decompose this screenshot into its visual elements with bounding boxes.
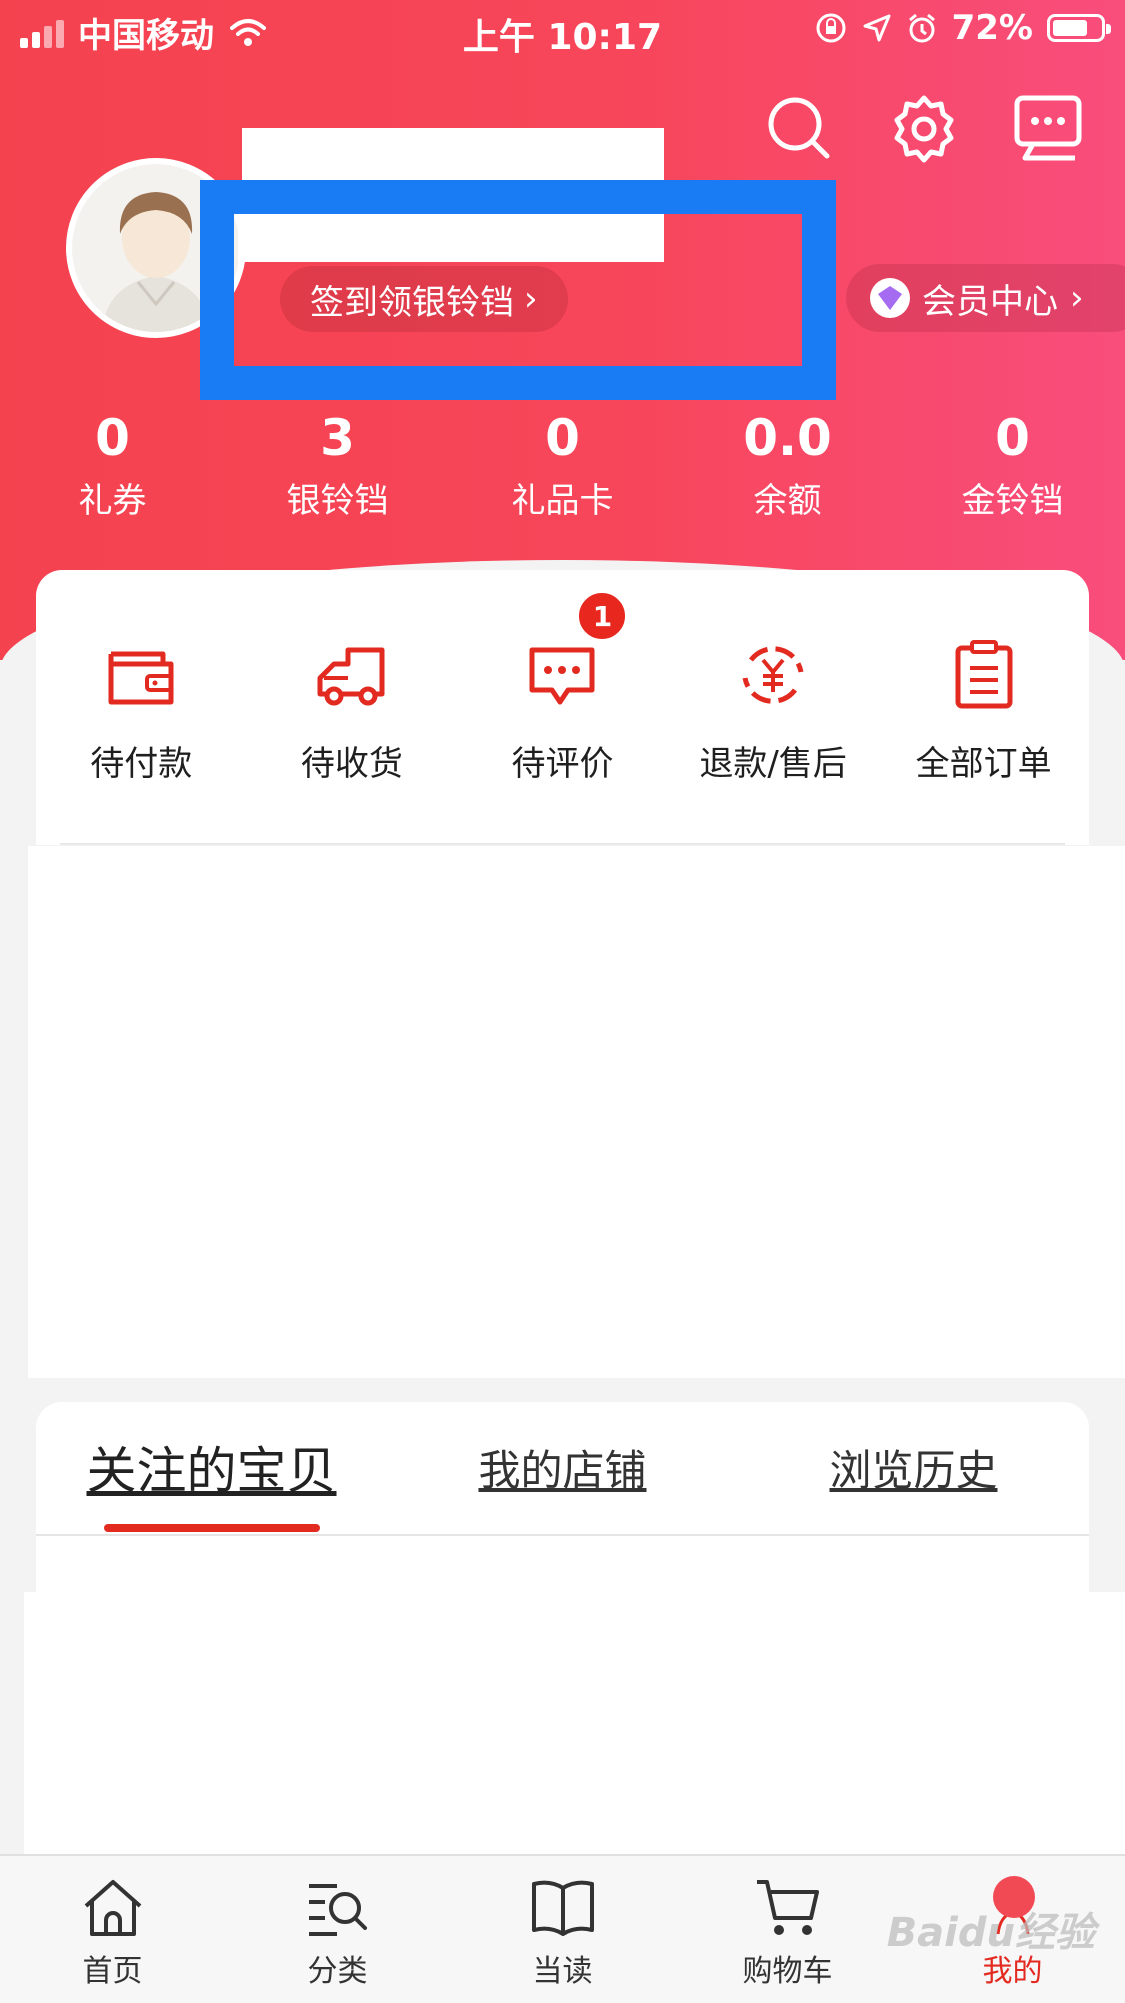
tabbar-label: 购物车: [742, 1954, 833, 1989]
content-area: [28, 846, 1125, 1378]
order-pending-review[interactable]: 1 待评价: [457, 590, 668, 785]
order-label: 全部订单: [915, 744, 1052, 784]
search-icon[interactable]: [763, 92, 837, 166]
tab-browse-history[interactable]: 浏览历史: [738, 1437, 1089, 1498]
tabbar-home[interactable]: 首页: [0, 1856, 225, 2003]
category-icon: [308, 1884, 367, 1936]
tabs-card: 关注的宝贝 我的店铺 浏览历史: [36, 1402, 1089, 1592]
watermark: Baidu经验: [886, 1910, 1095, 1956]
location-icon: [863, 14, 891, 42]
order-label: 待付款: [90, 744, 193, 784]
stat-value: 3: [320, 409, 355, 467]
stat-value: 0: [995, 409, 1030, 467]
vip-label: 会员中心: [922, 281, 1058, 322]
tab-active-indicator: [104, 1524, 320, 1532]
refund-icon: [742, 646, 804, 704]
stat-value: 0.0: [743, 409, 832, 467]
tab-favorite-items[interactable]: 关注的宝贝: [36, 1431, 387, 1503]
tabbar-label: 分类: [307, 1954, 368, 1989]
stat-label: 银铃铛: [286, 481, 389, 521]
divider: [36, 1534, 1089, 1536]
order-label: 待评价: [511, 744, 614, 784]
stat-label: 金铃铛: [961, 481, 1064, 521]
orders-list-icon: [955, 640, 1013, 709]
comment-icon: [529, 647, 595, 705]
stat-value: 0: [95, 409, 130, 467]
tabbar-cart[interactable]: 购物车: [675, 1856, 900, 2003]
stat-gift-cards[interactable]: 0 礼品卡: [450, 408, 675, 526]
battery-icon: [1047, 14, 1111, 42]
tabbar-label: 当读: [532, 1954, 593, 1989]
truck-icon: [317, 647, 385, 706]
settings-icon[interactable]: [887, 92, 961, 166]
orders-card: 待付款 待收货 1 待评价 退款/售后 全部订单: [36, 570, 1089, 845]
username-redacted: [242, 128, 664, 182]
home-icon: [84, 1880, 141, 1936]
stat-silver-bells[interactable]: 3 银铃铛: [225, 408, 450, 526]
diamond-icon: [870, 278, 910, 318]
tabbar-label: 首页: [82, 1954, 143, 1989]
book-icon: [531, 1880, 594, 1936]
cart-icon: [756, 1880, 819, 1935]
stat-label: 礼品卡: [511, 481, 614, 521]
order-label: 待收货: [300, 744, 403, 784]
tabbar-category[interactable]: 分类: [225, 1856, 450, 2003]
stat-coupons[interactable]: 0 礼券: [0, 408, 225, 526]
order-all[interactable]: 全部订单: [878, 640, 1089, 785]
stat-gold-bells[interactable]: 0 金铃铛: [900, 408, 1125, 526]
highlight-box: [200, 180, 836, 400]
stat-balance[interactable]: 0.0 余额: [675, 408, 900, 526]
stat-value: 0: [545, 409, 580, 467]
orientation-lock-icon: [816, 13, 846, 43]
stat-label: 余额: [753, 481, 822, 521]
tab-content-area: [24, 1592, 1125, 1854]
chevron-right-icon: ›: [1070, 278, 1084, 318]
vip-center-button[interactable]: 会员中心 ›: [846, 264, 1125, 332]
tabbar-reading[interactable]: 当读: [450, 1856, 675, 2003]
unread-badge: 1: [576, 590, 629, 642]
wallet-icon: [108, 651, 174, 705]
order-label: 退款/售后: [699, 744, 847, 784]
alarm-icon: [908, 13, 935, 43]
stat-label: 礼券: [78, 481, 147, 521]
order-refund[interactable]: 退款/售后: [668, 640, 879, 785]
tab-my-stores[interactable]: 我的店铺: [387, 1437, 738, 1498]
message-icon[interactable]: [1011, 92, 1085, 166]
stats-row: 0 礼券 3 银铃铛 0 礼品卡 0.0 余额 0 金铃铛: [0, 408, 1125, 526]
divider: [60, 843, 1065, 845]
battery-percent: 72%: [951, 8, 1033, 48]
status-bar: 中国移动 上午 10:17 72%: [0, 0, 1125, 62]
order-pending-payment[interactable]: 待付款: [36, 640, 247, 785]
order-pending-receipt[interactable]: 待收货: [247, 640, 458, 785]
